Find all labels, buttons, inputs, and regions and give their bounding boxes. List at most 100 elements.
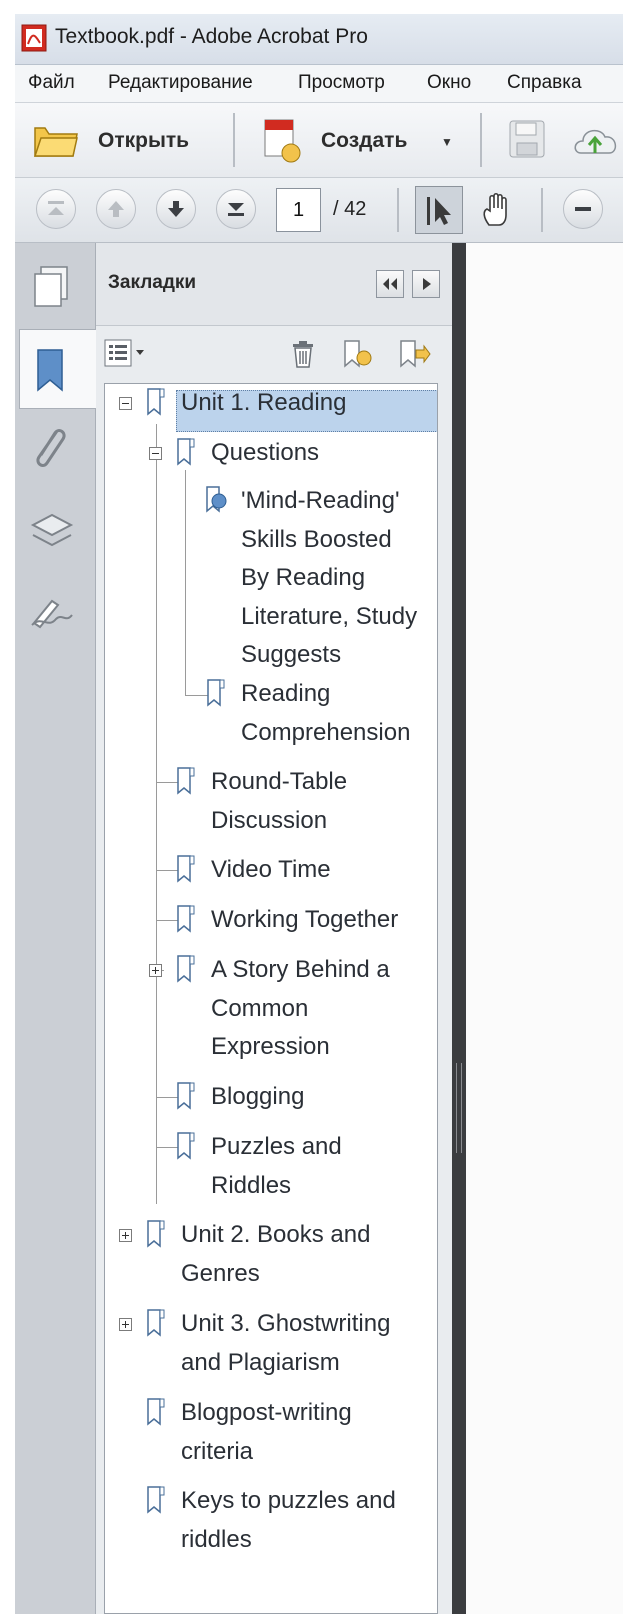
previous-page-icon: [108, 201, 124, 217]
bookmark-label-line: Reading: [241, 680, 331, 707]
bookmark-label-line: Genres: [181, 1259, 260, 1287]
bookmark-icon: [177, 905, 195, 933]
select-tool-button[interactable]: [415, 186, 463, 234]
bookmark-tree: Unit 1. Reading Questions 'Mind-Reading' Sk…: [104, 383, 438, 1614]
first-page-icon: [48, 201, 64, 215]
bookmark-options-icon[interactable]: [104, 338, 150, 368]
page-total: / 42: [333, 198, 367, 220]
bookmark-label-line: Unit 3. Ghostwriting: [181, 1310, 391, 1337]
bookmark-label-line: Blogpost-writing: [181, 1399, 352, 1426]
bookmark-label-line: Comprehension: [241, 718, 411, 746]
bookmark-item[interactable]: Video Time: [211, 851, 331, 890]
bookmark-item[interactable]: Unit 2. Books and Genres: [181, 1216, 370, 1293]
bookmark-item[interactable]: 'Mind-Reading' Skills Boosted By Reading Li…: [241, 482, 417, 675]
bookmark-icon: [177, 955, 195, 983]
toolbar-separator: [541, 188, 543, 232]
bookmark-label-line: Unit 2. Books and: [181, 1221, 371, 1248]
bookmark-item[interactable]: A Story Behind a Common Expression: [211, 951, 390, 1067]
expand-toggle[interactable]: [119, 1229, 132, 1242]
bookmark-item[interactable]: Blogging: [211, 1078, 304, 1117]
bookmark-item[interactable]: Questions: [211, 434, 319, 473]
menu-edit[interactable]: Редактирование: [108, 72, 253, 94]
bookmark-label-line: Video Time: [211, 856, 331, 883]
open-button[interactable]: Открыть: [23, 113, 213, 167]
collapse-toggle[interactable]: [119, 397, 132, 410]
bookmark-item[interactable]: Unit 1. Reading: [181, 384, 346, 423]
bookmark-item[interactable]: Puzzles and Riddles: [211, 1128, 342, 1205]
bookmark-icon: [147, 1486, 165, 1514]
bookmark-label-line: 'Mind-Reading': [241, 487, 400, 514]
tree-connector-line: [185, 470, 186, 696]
bookmark-label-line: Skills Boosted: [241, 525, 392, 553]
bookmark-item[interactable]: Keys to puzzles and riddles: [181, 1482, 396, 1559]
last-page-button[interactable]: [216, 189, 256, 229]
bookmark-label-line: Keys to puzzles and: [181, 1487, 396, 1514]
previous-page-button[interactable]: [96, 189, 136, 229]
chevron-down-icon: ▼: [441, 135, 453, 149]
double-chevron-left-icon: [383, 278, 397, 290]
zoom-out-icon: [575, 207, 591, 211]
bookmark-icon: [207, 679, 225, 707]
bookmark-label-line: By Reading: [241, 564, 366, 591]
splitter-grip[interactable]: [456, 1063, 462, 1153]
bookmark-label-line: Riddles: [211, 1171, 292, 1199]
bookmark-item[interactable]: Blogpost-writing criteria: [181, 1394, 352, 1471]
collapse-panel-button[interactable]: [376, 270, 404, 298]
bookmark-icon: [147, 1398, 165, 1426]
bookmark-label-line: Unit 1. Reading: [181, 389, 347, 416]
bookmark-icon: [177, 855, 195, 883]
create-label: Создать: [321, 129, 408, 152]
attachments-icon[interactable]: [29, 423, 71, 475]
expand-toggle[interactable]: [119, 1318, 132, 1331]
bookmark-label-line: riddles: [181, 1525, 252, 1553]
expand-bookmark-icon[interactable]: [398, 338, 432, 370]
zoom-out-button[interactable]: [563, 189, 603, 229]
save-icon[interactable]: [508, 119, 546, 159]
bookmark-label-line: Literature, Study: [241, 602, 418, 630]
options-arrow-button[interactable]: [412, 270, 440, 298]
bookmark-item[interactable]: Reading Comprehension: [241, 675, 410, 752]
bookmarks-tab[interactable]: [19, 329, 96, 409]
signatures-icon[interactable]: [28, 595, 76, 631]
bookmarks-panel: Закладки Unit 1. Reading Questions 'Mind-R…: [96, 243, 452, 1614]
bookmarks-title: Закладки: [108, 272, 197, 293]
bookmark-item[interactable]: Working Together: [211, 901, 398, 940]
web-link-bookmark-icon: [206, 486, 227, 513]
collapse-toggle[interactable]: [149, 447, 162, 460]
open-label: Открыть: [98, 129, 190, 152]
menu-help[interactable]: Справка: [507, 72, 582, 94]
main-toolbar: Открыть Создать ▼: [15, 103, 623, 178]
menu-file[interactable]: Файл: [28, 72, 75, 94]
bookmarks-icon: [37, 349, 63, 392]
bookmark-icon: [177, 1082, 195, 1110]
panel-splitter[interactable]: [452, 243, 466, 1614]
select-tool-icon: [427, 197, 451, 225]
title-bar: Textbook.pdf - Adobe Acrobat Pro: [15, 14, 623, 65]
chevron-right-icon: [423, 278, 431, 290]
page-thumbnails-icon[interactable]: [32, 265, 72, 309]
bookmark-icon: [147, 1309, 165, 1337]
cloud-upload-icon[interactable]: [573, 123, 623, 159]
navigation-pane-rail: [15, 243, 96, 1614]
bookmark-label-line: A Story Behind a: [211, 956, 390, 983]
bookmark-label-line: Puzzles and: [211, 1133, 342, 1160]
first-page-button[interactable]: [36, 189, 76, 229]
document-view[interactable]: [466, 243, 623, 1614]
delete-bookmark-icon[interactable]: [290, 339, 316, 369]
bookmark-label-line: Round-Table: [211, 768, 348, 795]
toolbar-separator: [480, 113, 482, 167]
layers-icon[interactable]: [29, 509, 75, 553]
page-number-input[interactable]: [276, 188, 321, 232]
bookmarks-header: Закладки: [96, 243, 452, 326]
menu-bar: Файл Редактирование Просмотр Окно Справк…: [15, 65, 623, 103]
new-bookmark-icon[interactable]: [342, 338, 374, 370]
next-page-button[interactable]: [156, 189, 196, 229]
expand-toggle[interactable]: [149, 964, 162, 977]
bookmark-icon: [177, 1132, 195, 1160]
menu-view[interactable]: Просмотр: [298, 72, 385, 94]
bookmark-item[interactable]: Unit 3. Ghostwriting and Plagiarism: [181, 1305, 390, 1382]
bookmark-item[interactable]: Round-Table Discussion: [211, 763, 347, 840]
menu-window[interactable]: Окно: [427, 72, 471, 94]
create-button[interactable]: Создать ▼: [255, 113, 455, 167]
hand-tool-icon[interactable]: [479, 191, 517, 229]
